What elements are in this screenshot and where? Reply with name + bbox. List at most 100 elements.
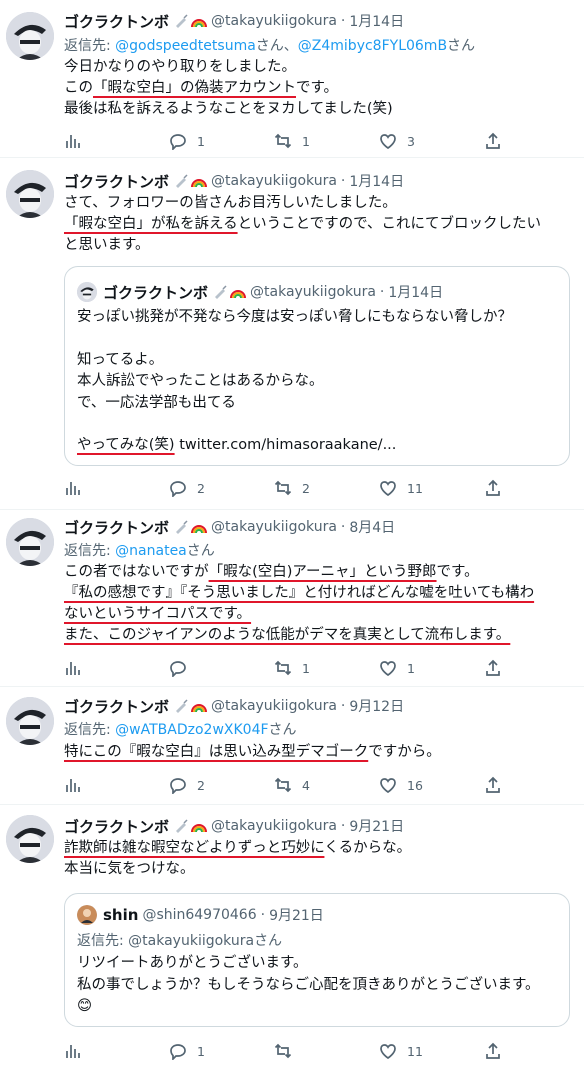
action-bar: 1 1 3: [64, 131, 504, 151]
reply-context: 返信先: @wATBADzo2wXK04Fさん: [64, 719, 297, 739]
share-icon: [486, 776, 500, 793]
text-line: と思います。: [64, 237, 150, 253]
link-text[interactable]: twitter.com/himasoraakane/...: [175, 437, 396, 453]
tweet-header: ゴクラクトンボ @takayukiigokura · 8月4日: [64, 516, 395, 538]
text-line: 今日かなりのやり取りをしました。: [64, 59, 296, 75]
text-line: この者ではないですが「暇な(空白)アーニャ」という野郎です。: [64, 562, 570, 583]
share-icon: [486, 479, 500, 496]
mention-link: @takayukiigokura: [128, 933, 255, 949]
avatar[interactable]: [6, 12, 54, 60]
text-span: くるからな。: [324, 840, 412, 856]
tweet-5[interactable]: ゴクラクトンボ @takayukiigokura · 9月21日 詐欺師は雑な暇…: [0, 805, 584, 1069]
reply-prefix: 返信先:: [64, 543, 116, 559]
text-span: です。: [436, 564, 479, 580]
mention-suffix: さん: [268, 722, 297, 738]
share-button[interactable]: [484, 132, 504, 150]
retweet-button[interactable]: 4: [274, 776, 334, 794]
reply-context: 返信先: @nanateaさん: [64, 540, 215, 560]
tweet-date[interactable]: 1月14日: [349, 171, 404, 191]
share-button[interactable]: [484, 479, 504, 497]
tweet-3[interactable]: ゴクラクトンボ @takayukiigokura · 8月4日 返信先: @na…: [0, 510, 584, 687]
like-button[interactable]: 3: [379, 132, 439, 150]
reply-button[interactable]: [169, 659, 229, 677]
analytics-icon: [66, 662, 80, 675]
avatar[interactable]: [6, 518, 54, 566]
tweet-date[interactable]: 1月14日: [349, 11, 404, 31]
retweet-button[interactable]: 1: [274, 659, 334, 677]
like-button[interactable]: 11: [379, 1042, 439, 1060]
reply-button[interactable]: 1: [169, 1042, 229, 1060]
avatar: [77, 282, 97, 302]
share-icon: [486, 132, 500, 149]
reply-button[interactable]: 2: [169, 776, 229, 794]
retweet-icon: [274, 1043, 292, 1059]
author-name[interactable]: ゴクラクトンボ: [64, 171, 169, 192]
avatar[interactable]: [6, 697, 54, 745]
author-handle[interactable]: @takayukiigokura: [211, 519, 337, 535]
underlined-text: 詐欺師は雑な暇空などよりずっと巧妙に: [64, 840, 325, 856]
reply-button[interactable]: 2: [169, 479, 229, 497]
mention-suffix: さん: [447, 38, 476, 54]
underlined-text: 「暇な(空白)アーニャ」という野郎: [208, 564, 437, 580]
mention-link[interactable]: @wATBADzo2wXK04F: [115, 722, 268, 738]
action-bar: 1 11: [64, 1041, 504, 1061]
retweet-button[interactable]: [274, 1042, 334, 1060]
share-button[interactable]: [484, 1042, 504, 1060]
author-handle[interactable]: @takayukiigokura: [211, 173, 337, 189]
tweet-2[interactable]: ゴクラクトンボ @takayukiigokura · 1月14日 さて、フォロワ…: [0, 158, 584, 510]
analytics-icon: [66, 779, 80, 792]
rainbow-icon: [191, 704, 208, 713]
mention-link[interactable]: @godspeedtetsuma: [115, 38, 256, 54]
quoted-tweet[interactable]: shin @shin64970466 · 9月21日 返信先: @takayuk…: [64, 893, 570, 1027]
analytics-button[interactable]: [64, 776, 124, 794]
reply-icon: [170, 778, 186, 794]
retweet-count: 1: [302, 660, 310, 676]
analytics-button[interactable]: [64, 1042, 124, 1060]
rainbow-icon: [191, 824, 208, 833]
reply-button[interactable]: 1: [169, 132, 229, 150]
action-bar: 1 1: [64, 658, 504, 678]
reply-icon: [170, 134, 186, 150]
tweet-date[interactable]: 8月4日: [349, 517, 395, 537]
author-name[interactable]: ゴクラクトンボ: [64, 11, 169, 32]
author-handle[interactable]: @takayukiigokura: [211, 13, 337, 29]
underlined-text: 『私の感想です』『そう思いました』と付ければどんな嘘を吐いても構わ: [64, 585, 535, 601]
tweet-header: ゴクラクトンボ @takayukiigokura · 9月21日: [64, 815, 404, 837]
text-line: 特にこの『暇な空白』は思い込み型デマゴークですから。: [64, 742, 570, 763]
text-line: 安っぽい挑発が不発なら今度は安っぽい脅しにもならない脅しか？: [77, 309, 512, 325]
tweet-date: 1月14日: [388, 285, 444, 301]
analytics-button[interactable]: [64, 132, 124, 150]
tweet-date[interactable]: 9月12日: [349, 696, 404, 716]
mention-link[interactable]: @nanatea: [115, 543, 187, 559]
analytics-button[interactable]: [64, 479, 124, 497]
retweet-button[interactable]: 2: [274, 479, 334, 497]
analytics-icon: [66, 1045, 80, 1058]
analytics-button[interactable]: [64, 659, 124, 677]
text-line: リツイートありがとうございます。: [77, 955, 308, 971]
like-button[interactable]: 11: [379, 479, 439, 497]
mention-link[interactable]: @Z4mibyc8FYL06mB: [298, 38, 447, 54]
profile-emoji: [173, 818, 208, 834]
reply-context: 返信先: @godspeedtetsumaさん、@Z4mibyc8FYL06mB…: [64, 35, 475, 55]
tweet-4[interactable]: ゴクラクトンボ @takayukiigokura · 9月12日 返信先: @w…: [0, 687, 584, 805]
author-name[interactable]: ゴクラクトンボ: [64, 517, 169, 538]
author-handle[interactable]: @takayukiigokura: [211, 818, 337, 834]
emoji-smile: 😊: [77, 998, 93, 1014]
rainbow-icon: [191, 179, 208, 188]
author-name[interactable]: ゴクラクトンボ: [64, 816, 169, 837]
share-button[interactable]: [484, 659, 504, 677]
separator: ·: [340, 818, 346, 834]
avatar[interactable]: [6, 170, 54, 218]
share-button[interactable]: [484, 776, 504, 794]
retweet-button[interactable]: 1: [274, 132, 334, 150]
author-name[interactable]: ゴクラクトンボ: [64, 696, 169, 717]
like-button[interactable]: 16: [379, 776, 439, 794]
like-button[interactable]: 1: [379, 659, 439, 677]
tweet-date[interactable]: 9月21日: [349, 816, 404, 836]
author-handle[interactable]: @takayukiigokura: [211, 698, 337, 714]
author-handle: @shin64970466: [142, 907, 257, 923]
avatar[interactable]: [6, 815, 54, 863]
tweet-1[interactable]: ゴクラクトンボ @takayukiigokura · 1月14日 返信先: @g…: [0, 0, 584, 158]
retweet-count: 1: [302, 133, 310, 149]
quoted-tweet[interactable]: ゴクラクトンボ @takayukiigokura · 1月14日 安っぽい挑発が…: [64, 266, 570, 466]
